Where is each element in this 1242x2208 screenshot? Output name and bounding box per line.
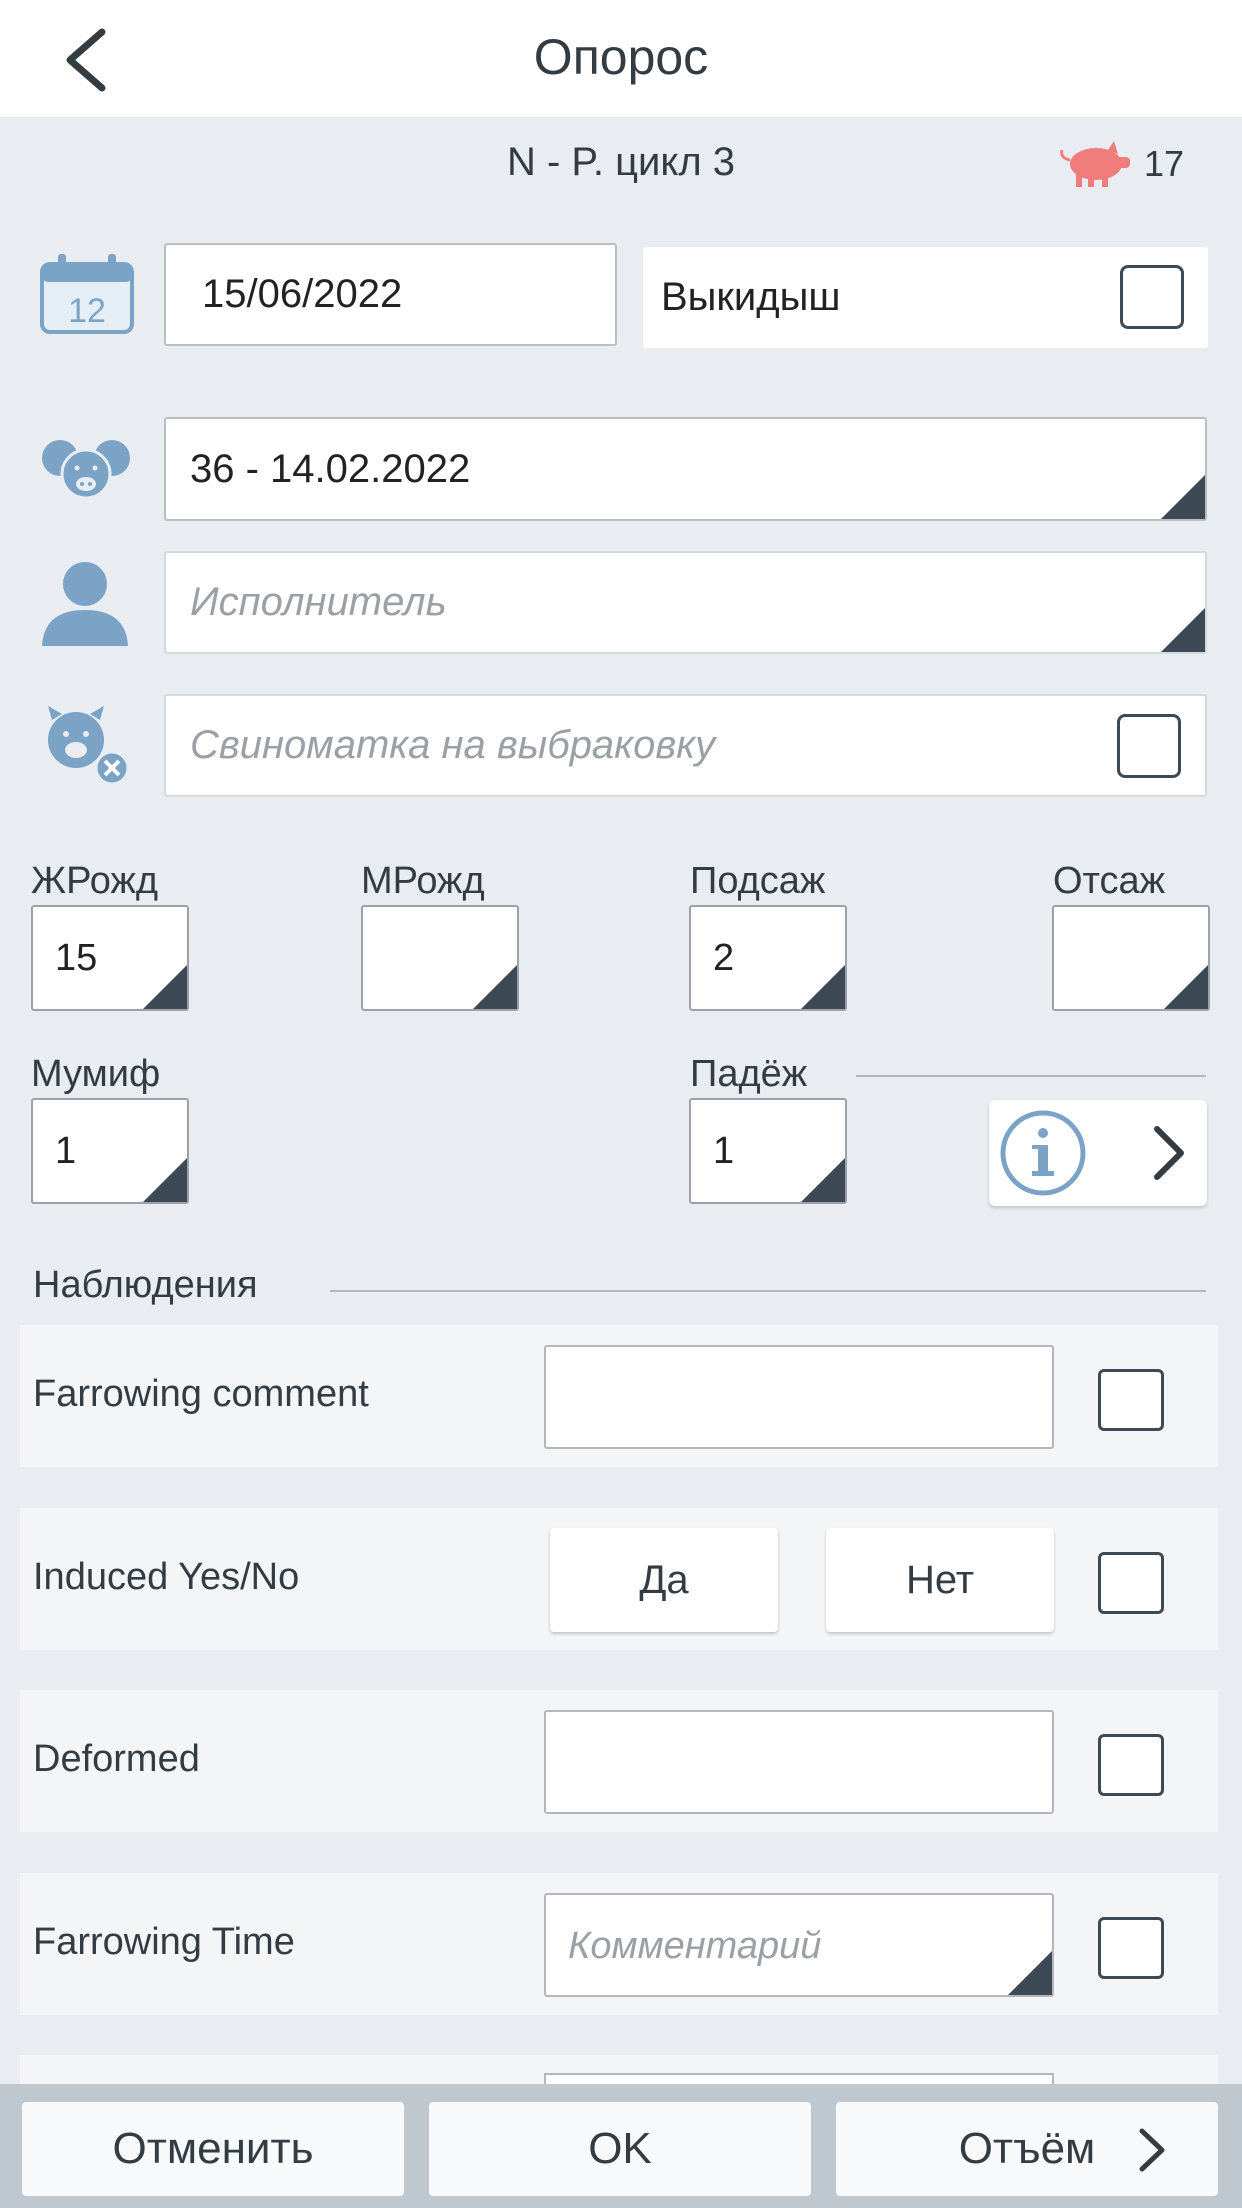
performer-field[interactable]: Исполнитель — [164, 551, 1207, 654]
mating-value: 36 - 14.02.2022 — [190, 446, 471, 491]
date-field[interactable]: 15/06/2022 — [164, 243, 617, 346]
divider — [856, 1075, 1206, 1077]
no-button[interactable]: Нет — [826, 1528, 1054, 1632]
weaning-button[interactable]: Отъём — [836, 2102, 1218, 2196]
live-born-label: ЖРожд — [31, 860, 159, 902]
date-value: 15/06/2022 — [202, 272, 403, 316]
mating-field[interactable]: 36 - 14.02.2022 — [164, 417, 1207, 521]
deformed-input[interactable] — [544, 1710, 1054, 1814]
observation-row-farrowing-comment: Farrowing comment — [20, 1325, 1218, 1467]
farrowing-time-placeholder: Комментарий — [568, 1925, 822, 1967]
farrowing-time-checkbox[interactable] — [1098, 1917, 1164, 1979]
user-icon — [40, 558, 130, 646]
weaning-label: Отъём — [958, 2124, 1096, 2173]
observation-row-induced: Induced Yes/No Да Нет — [20, 1508, 1218, 1650]
fostered-in-input[interactable]: 2 — [689, 905, 847, 1011]
pig-count-value: 17 — [1144, 143, 1185, 184]
observation-label: Induced Yes/No — [33, 1556, 300, 1598]
mummified-label: Мумиф — [31, 1053, 161, 1095]
fostered-out-label: Отсаж — [1053, 860, 1166, 902]
fostered-in-value: 2 — [713, 937, 735, 979]
dead-details-button[interactable] — [989, 1100, 1207, 1206]
dropdown-corner-icon — [143, 965, 187, 1009]
farrowing-time-dropdown[interactable]: Комментарий — [544, 1893, 1054, 1997]
dropdown-corner-icon — [143, 1158, 187, 1202]
dead-value: 1 — [713, 1130, 735, 1172]
divider — [330, 1290, 1206, 1292]
still-born-label: МРожд — [361, 860, 485, 902]
dead-label: Падёж — [690, 1053, 808, 1095]
dropdown-corner-icon — [801, 965, 845, 1009]
mummified-value: 1 — [55, 1130, 77, 1172]
abortion-field[interactable]: Выкидыш — [643, 247, 1208, 348]
observation-label: Farrowing Time — [33, 1921, 295, 1963]
mummified-input[interactable]: 1 — [31, 1098, 189, 1204]
observations-title: Наблюдения — [33, 1264, 258, 1306]
chevron-right-icon — [1139, 2128, 1165, 2172]
cancel-button[interactable]: Отменить — [22, 2102, 404, 2196]
live-born-value: 15 — [55, 937, 98, 979]
performer-placeholder: Исполнитель — [190, 580, 447, 624]
dropdown-corner-icon — [1161, 608, 1205, 652]
page-title: Опорос — [533, 29, 709, 85]
fostered-out-input[interactable] — [1052, 905, 1210, 1011]
observation-row-farrowing-time: Farrowing Time Комментарий — [20, 1873, 1218, 2015]
dropdown-corner-icon — [1164, 965, 1208, 1009]
top-bar: Опорос — [0, 0, 1242, 117]
observation-row-deformed: Deformed — [20, 1690, 1218, 1832]
observation-label: Farrowing comment — [33, 1373, 369, 1415]
abortion-checkbox[interactable] — [1120, 265, 1184, 329]
dropdown-corner-icon — [473, 965, 517, 1009]
calendar-icon: 12 — [38, 254, 136, 336]
farrowing-comment-checkbox[interactable] — [1098, 1369, 1164, 1431]
info-icon — [1000, 1110, 1086, 1196]
bottom-bar: Отменить OK Отъём — [0, 2084, 1242, 2208]
cull-placeholder: Свиноматка на выбраковку — [190, 723, 716, 767]
dropdown-corner-icon — [1161, 475, 1205, 519]
chevron-right-icon — [1154, 1126, 1184, 1180]
cull-sow-icon — [36, 706, 134, 786]
yes-button[interactable]: Да — [550, 1528, 778, 1632]
svg-text:12: 12 — [68, 292, 106, 330]
dropdown-corner-icon — [1008, 1951, 1052, 1995]
dead-input[interactable]: 1 — [689, 1098, 847, 1204]
cull-checkbox[interactable] — [1117, 714, 1181, 778]
live-born-input[interactable]: 15 — [31, 905, 189, 1011]
pig-count: 17 — [1058, 140, 1184, 188]
deformed-checkbox[interactable] — [1098, 1734, 1164, 1796]
pig-icon — [1060, 141, 1130, 187]
still-born-input[interactable] — [361, 905, 519, 1011]
sow-cycle-label: N - P. цикл 3 — [506, 140, 736, 184]
fostered-in-label: Подсаж — [690, 860, 826, 902]
induced-checkbox[interactable] — [1098, 1552, 1164, 1614]
farrowing-comment-input[interactable] — [544, 1345, 1054, 1449]
sows-icon — [36, 434, 136, 504]
abortion-label: Выкидыш — [661, 275, 841, 319]
ok-button[interactable]: OK — [429, 2102, 811, 2196]
cull-field[interactable]: Свиноматка на выбраковку — [164, 694, 1207, 797]
observation-label: Deformed — [33, 1738, 200, 1780]
dropdown-corner-icon — [801, 1158, 845, 1202]
